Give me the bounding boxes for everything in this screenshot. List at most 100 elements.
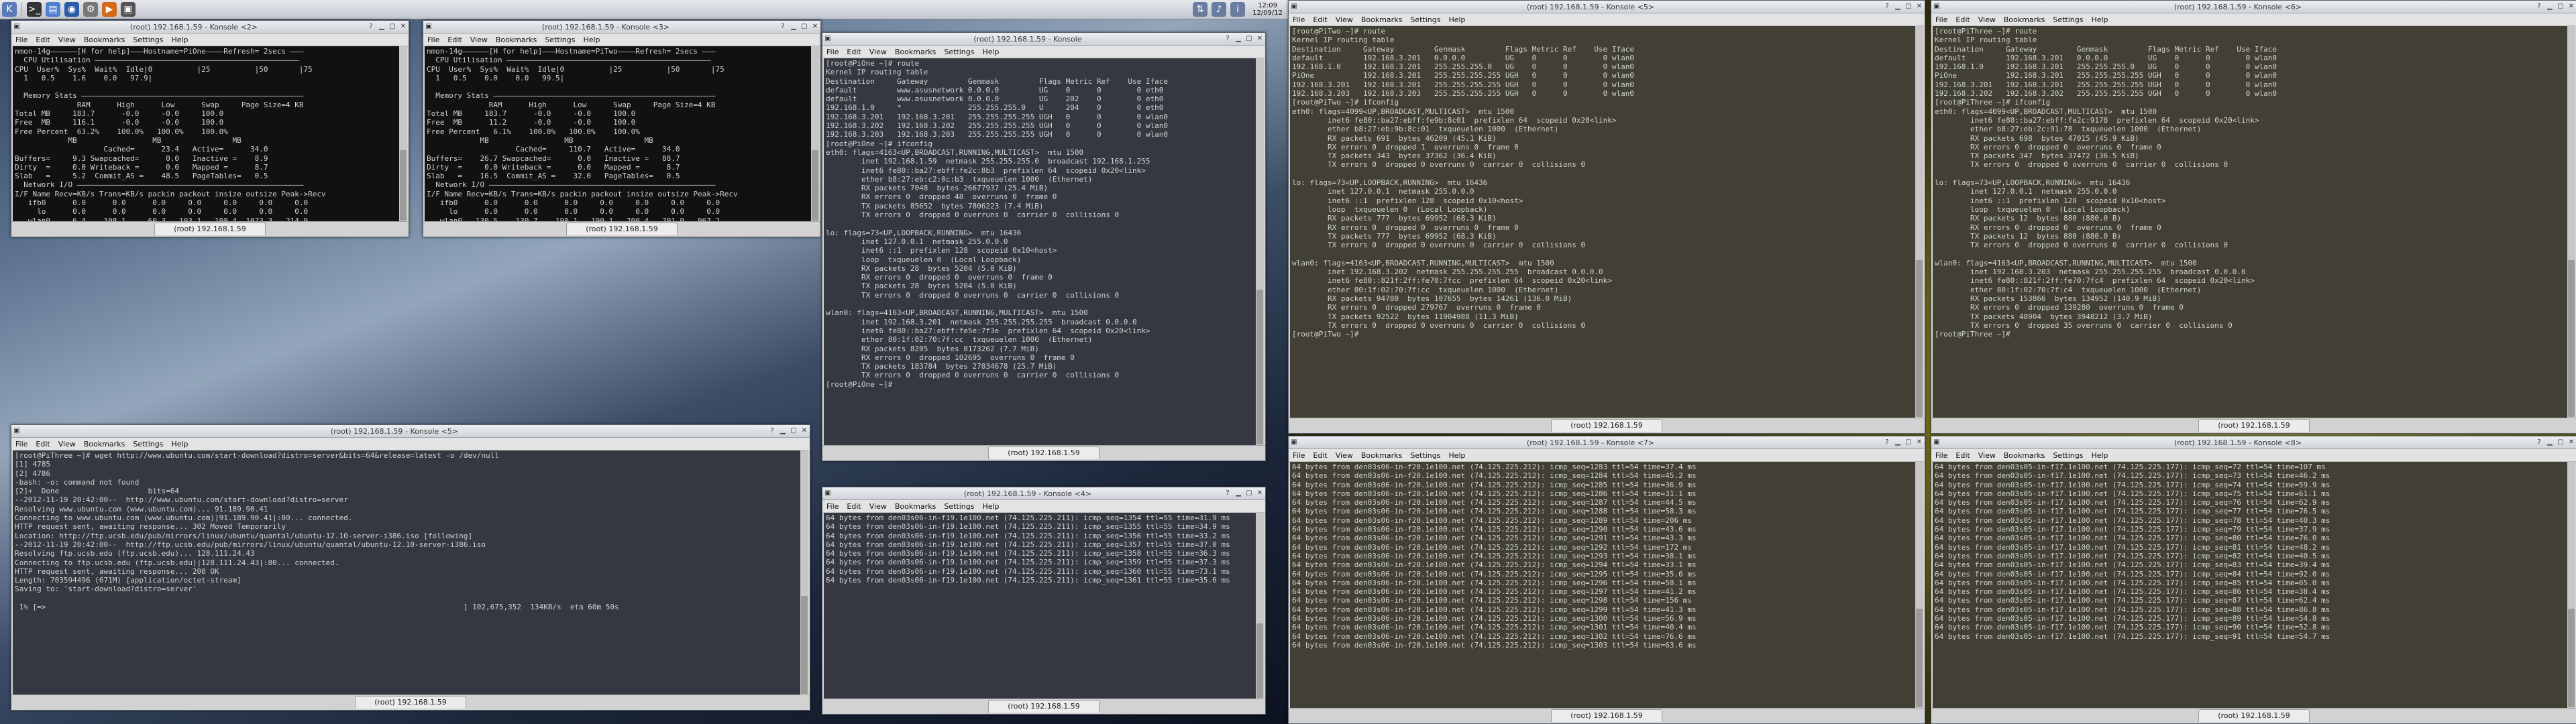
menu-edit[interactable]: Edit [1951, 451, 1974, 460]
minimize-icon[interactable]: ▁ [1893, 3, 1902, 11]
close-icon[interactable]: ✕ [810, 23, 820, 31]
maximize-icon[interactable]: ▢ [1904, 3, 1913, 11]
maximize-icon[interactable]: ▢ [2556, 438, 2565, 446]
terminal-output[interactable]: [root@PiThree ~]# wget http://www.ubuntu… [13, 450, 808, 695]
window-titlebar[interactable]: ▣ (root) 192.168.1.59 - Konsole <2>? ▁ ▢ ✕ [11, 21, 409, 34]
menu-bookmarks[interactable]: Bookmarks [891, 48, 940, 56]
menu-settings[interactable]: Settings [940, 502, 978, 511]
maximize-icon[interactable]: ▢ [800, 23, 809, 31]
menu-settings[interactable]: Settings [1406, 15, 1444, 24]
scrollbar-thumb[interactable] [2568, 608, 2575, 707]
close-icon[interactable]: ✕ [800, 427, 809, 435]
menu-settings[interactable]: Settings [129, 36, 167, 44]
terminal-text[interactable]: [root@PiThree ~]# route Kernel IP routin… [1933, 26, 2575, 339]
menu-edit[interactable]: Edit [843, 48, 865, 56]
konsole-window[interactable]: ▣ (root) 192.168.1.59 - Konsole <4>? ▁ ▢ ✕ Fi… [822, 487, 1266, 715]
kde-menu-icon[interactable]: K [2, 2, 17, 17]
terminal-text[interactable]: [root@PiThree ~]# wget http://www.ubuntu… [13, 450, 808, 612]
help-icon[interactable]: ? [1223, 489, 1232, 497]
terminal-text[interactable]: 64 bytes from den03s05-in-f17.1e100.net … [1933, 462, 2575, 642]
session-tab[interactable]: (root) 192.168.1.59 [154, 223, 266, 235]
terminal-output[interactable]: [root@PiTwo ~]# route Kernel IP routing … [1290, 26, 1923, 418]
session-tab[interactable]: (root) 192.168.1.59 [2198, 709, 2310, 722]
konsole-window[interactable]: ▣ (root) 192.168.1.59 - Konsole <8>? ▁ ▢ ✕ Fi… [1931, 436, 2576, 724]
menu-view[interactable]: View [54, 440, 80, 448]
terminal-scrollbar[interactable] [1915, 462, 1923, 709]
menu-file[interactable]: File [822, 502, 843, 511]
network-icon[interactable]: ⇅ [1193, 2, 1208, 17]
menu-edit[interactable]: Edit [1309, 451, 1331, 460]
menu-edit[interactable]: Edit [32, 440, 54, 448]
menu-settings[interactable]: Settings [1406, 451, 1444, 460]
menu-file[interactable]: File [1289, 451, 1309, 460]
window-titlebar[interactable]: ▣ (root) 192.168.1.59 - Konsole <4>? ▁ ▢ ✕ [822, 487, 1265, 500]
terminal-scrollbar[interactable] [1256, 513, 1264, 699]
help-icon[interactable]: ? [1882, 3, 1892, 11]
window-app-icon[interactable]: ▣ [823, 35, 833, 43]
menu-help[interactable]: Help [167, 36, 192, 44]
close-icon[interactable]: ✕ [1915, 3, 1924, 11]
terminal-text[interactable]: 64 bytes from den03s06-in-f20.1e100.net … [1290, 462, 1923, 650]
media-icon[interactable]: ▶ [102, 2, 117, 17]
menu-help[interactable]: Help [1444, 15, 1469, 24]
terminal-text[interactable]: nmon-14g——————[H for help]———Hostname=Pi… [13, 46, 407, 222]
menu-view[interactable]: View [466, 36, 492, 44]
terminal-text[interactable]: [root@PiOne ~]# route Kernel IP routing … [824, 58, 1264, 389]
menu-edit[interactable]: Edit [1309, 15, 1331, 24]
window-titlebar[interactable]: ▣ (root) 192.168.1.59 - Konsole <5>? ▁ ▢ ✕ [1289, 1, 1925, 13]
minimize-icon[interactable]: ▁ [1234, 35, 1243, 43]
konsole-window[interactable]: ▣ (root) 192.168.1.59 - Konsole <6>? ▁ ▢ ✕ Fi… [1931, 0, 2576, 434]
menu-view[interactable]: View [865, 502, 891, 511]
close-icon[interactable]: ✕ [398, 23, 408, 31]
menu-view[interactable]: View [1974, 15, 2000, 24]
konsole-window[interactable]: ▣ (root) 192.168.1.59 - Konsole <2>? ▁ ▢ ✕ Fi… [11, 20, 409, 237]
menu-edit[interactable]: Edit [843, 502, 865, 511]
terminal-scrollbar[interactable] [2567, 26, 2575, 418]
browser-icon[interactable]: ◉ [64, 2, 79, 17]
close-icon[interactable]: ✕ [1255, 35, 1265, 43]
maximize-icon[interactable]: ▢ [2556, 3, 2565, 11]
file-manager-icon[interactable]: ▤ [46, 2, 60, 17]
minimize-icon[interactable]: ▁ [1893, 438, 1902, 446]
minimize-icon[interactable]: ▁ [778, 427, 788, 435]
menu-settings[interactable]: Settings [541, 36, 579, 44]
konsole-window[interactable]: ▣ (root) 192.168.1.59 - Konsole <7>? ▁ ▢ ✕ Fi… [1288, 436, 1925, 724]
help-icon[interactable]: ? [1223, 35, 1232, 43]
terminal-scrollbar[interactable] [800, 450, 808, 695]
menu-help[interactable]: Help [2087, 451, 2112, 460]
menu-view[interactable]: View [1332, 15, 1357, 24]
monitor-icon[interactable]: ▣ [121, 2, 136, 17]
terminal-text[interactable]: nmon-14g——————[H for help]———Hostname=Pi… [425, 46, 819, 222]
menu-bookmarks[interactable]: Bookmarks [80, 440, 129, 448]
menu-help[interactable]: Help [978, 48, 1003, 56]
close-icon[interactable]: ✕ [2567, 3, 2576, 11]
maximize-icon[interactable]: ▢ [789, 427, 798, 435]
session-tab[interactable]: (root) 192.168.1.59 [988, 446, 1099, 459]
menu-file[interactable]: File [423, 36, 443, 44]
menu-settings[interactable]: Settings [2049, 15, 2087, 24]
session-tab[interactable]: (root) 192.168.1.59 [988, 700, 1099, 713]
konsole-window[interactable]: ▣ (root) 192.168.1.59 - Konsole? ▁ ▢ ✕ File Ed… [822, 32, 1266, 461]
help-icon[interactable]: ? [778, 23, 788, 31]
menu-view[interactable]: View [54, 36, 80, 44]
window-app-icon[interactable]: ▣ [424, 23, 433, 31]
menu-help[interactable]: Help [167, 440, 192, 448]
window-app-icon[interactable]: ▣ [12, 23, 21, 31]
window-app-icon[interactable]: ▣ [12, 427, 21, 435]
window-app-icon[interactable]: ▣ [1289, 3, 1299, 11]
menu-view[interactable]: View [1332, 451, 1357, 460]
window-titlebar[interactable]: ▣ (root) 192.168.1.59 - Konsole <6>? ▁ ▢ ✕ [1931, 1, 2576, 13]
notification-icon[interactable]: i [1230, 2, 1246, 17]
session-tab[interactable]: (root) 192.168.1.59 [566, 223, 678, 235]
menu-settings[interactable]: Settings [940, 48, 978, 56]
menu-edit[interactable]: Edit [443, 36, 466, 44]
scrollbar-thumb[interactable] [812, 150, 818, 221]
scrollbar-thumb[interactable] [2568, 260, 2575, 417]
session-tab[interactable]: (root) 192.168.1.59 [355, 696, 466, 709]
session-tab[interactable]: (root) 192.168.1.59 [1551, 419, 1662, 432]
panel-clock[interactable]: 12:09 12/09/12 [1252, 2, 1283, 17]
terminal-output[interactable]: nmon-14g——————[H for help]———Hostname=Pi… [425, 46, 819, 222]
close-icon[interactable]: ✕ [1255, 489, 1265, 497]
volume-icon[interactable]: ♪ [1212, 2, 1227, 17]
menu-edit[interactable]: Edit [1951, 15, 1974, 24]
